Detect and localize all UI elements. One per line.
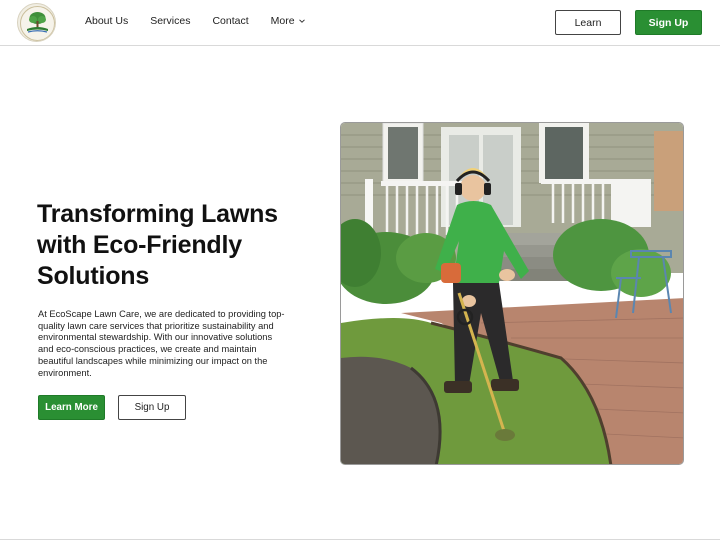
brand-logo-icon[interactable]	[17, 3, 56, 42]
top-navbar: About Us Services Contact More Learn Sig…	[0, 0, 720, 46]
nav-services-link[interactable]: Services	[150, 15, 190, 27]
hero-description: At EcoScape Lawn Care, we are dedicated …	[38, 309, 285, 378]
header-learn-button[interactable]: Learn	[555, 10, 621, 35]
hero-photo-lawn-trimming	[340, 122, 684, 465]
learn-more-button[interactable]: Learn More	[38, 395, 105, 420]
nav-more-link[interactable]: More	[271, 15, 306, 27]
chevron-down-icon	[298, 19, 305, 23]
nav-more-label: More	[270, 15, 295, 27]
header-sign-up-button[interactable]: Sign Up	[635, 10, 702, 35]
hero-sign-up-button[interactable]: Sign Up	[118, 395, 186, 420]
primary-nav: About Us Services Contact More	[85, 15, 328, 27]
hero-headline: Transforming Lawns with Eco-Friendly Sol…	[37, 200, 278, 290]
nav-about-us-link[interactable]: About Us	[85, 15, 128, 27]
nav-contact-link[interactable]: Contact	[212, 15, 248, 27]
